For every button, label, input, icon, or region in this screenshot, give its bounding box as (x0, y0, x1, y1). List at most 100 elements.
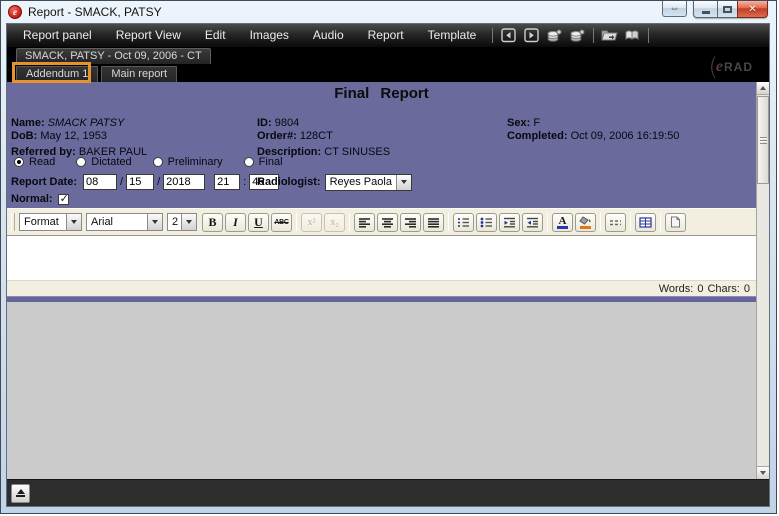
font-size-select[interactable]: 2 (167, 213, 197, 231)
horizontal-rule-button[interactable] (605, 213, 626, 232)
arrow-up-icon (760, 86, 766, 90)
eject-icon (17, 489, 25, 494)
font-color-button[interactable]: A (552, 213, 573, 232)
italic-button[interactable]: I (225, 213, 246, 232)
minimize-icon (702, 11, 710, 14)
superscript-button[interactable]: x² (301, 213, 322, 232)
scroll-down-button[interactable] (757, 466, 769, 479)
dob-value: May 12, 1953 (40, 130, 107, 142)
maximize-icon (723, 6, 732, 13)
menu-report[interactable]: Report (356, 24, 416, 47)
radio-dictated[interactable]: Dictated (76, 156, 131, 168)
align-right-button[interactable] (400, 213, 421, 232)
toolbar-grip[interactable] (11, 213, 15, 231)
tab-addendum-1[interactable]: Addendum 1 (16, 66, 98, 82)
normal-checkbox[interactable] (58, 194, 69, 205)
logo-rad: RAD (724, 60, 753, 74)
title-bar[interactable]: e Report - SMACK, PATSY (1, 1, 776, 23)
date-year-input[interactable] (163, 174, 205, 190)
outdent-icon (503, 217, 516, 228)
bold-button[interactable]: B (202, 213, 223, 232)
menu-template[interactable]: Template (416, 24, 489, 47)
dob-label: DoB: (11, 130, 37, 142)
minimize-button[interactable] (693, 1, 717, 18)
radio-preliminary[interactable]: Preliminary (153, 156, 223, 168)
document-button[interactable] (665, 213, 686, 232)
erad-logo: (eRAD (709, 53, 753, 81)
font-color-swatch (557, 226, 568, 229)
id-value: 9804 (275, 117, 299, 129)
highlight-color-swatch (580, 226, 591, 229)
radiologist-row: Radiologist: Reyes Paola (257, 173, 412, 191)
editor-toolbar: Format Arial 2 B I U ABC x² x₂ (7, 208, 756, 235)
app-logo-icon: e (8, 5, 22, 19)
indent-button[interactable] (522, 213, 543, 232)
scrollbar-thumb[interactable] (757, 96, 769, 184)
align-justify-button[interactable] (423, 213, 444, 232)
sex-value: F (533, 117, 540, 129)
chevron-down-icon (181, 214, 196, 230)
horizontal-rule-icon (609, 218, 622, 227)
time-hour-input[interactable] (214, 174, 240, 190)
expand-panel-button[interactable] (11, 484, 30, 503)
resize-button[interactable]: ⇔ (662, 1, 687, 17)
bullet-list-button[interactable] (476, 213, 497, 232)
date-month-input[interactable] (83, 174, 117, 190)
menu-report-view[interactable]: Report View (104, 24, 193, 47)
menu-images[interactable]: Images (238, 24, 301, 47)
scroll-up-button[interactable] (757, 82, 769, 95)
tab-main-report[interactable]: Main report (101, 66, 177, 82)
normal-label: Normal: (11, 193, 53, 205)
report-panel: Final Report Name: SMACK PATSY DoB: May … (7, 82, 756, 479)
nav-forward-icon[interactable] (520, 26, 543, 46)
order-label: Order#: (257, 130, 297, 142)
date-separator: / (157, 176, 160, 188)
outdent-button[interactable] (499, 213, 520, 232)
nav-back-icon[interactable] (497, 26, 520, 46)
menu-report-panel[interactable]: Report panel (11, 24, 104, 47)
menu-audio[interactable]: Audio (301, 24, 356, 47)
maximize-button[interactable] (717, 1, 737, 18)
radio-read[interactable]: Read (14, 156, 55, 168)
words-label: Words: (659, 283, 694, 295)
radio-final[interactable]: Final (244, 156, 283, 168)
subscript-button[interactable]: x₂ (324, 213, 345, 232)
highlight-color-button[interactable] (575, 213, 596, 232)
radiologist-select[interactable]: Reyes Paola (325, 174, 412, 191)
editor-statusbar: Words: 0 Chars: 0 (7, 280, 756, 296)
vertical-scrollbar[interactable] (756, 82, 769, 479)
align-left-button[interactable] (354, 213, 375, 232)
study-tab-row: SMACK, PATSY - Oct 09, 2006 - CT (7, 47, 769, 64)
align-center-button[interactable] (377, 213, 398, 232)
indent-icon (526, 217, 539, 228)
underline-button[interactable]: U (248, 213, 269, 232)
tab-study[interactable]: SMACK, PATSY - Oct 09, 2006 - CT (16, 48, 211, 64)
strikethrough-button[interactable]: ABC (271, 213, 292, 232)
close-icon: ✕ (748, 4, 756, 15)
insert-table-button[interactable] (635, 213, 656, 232)
bullet-list-icon (480, 217, 493, 228)
record-stack-icon-1[interactable] (543, 26, 566, 46)
id-label: ID: (257, 117, 272, 129)
toolbar-separator (349, 213, 350, 231)
format-select[interactable]: Format (19, 213, 82, 231)
date-day-input[interactable] (126, 174, 154, 190)
close-button[interactable]: ✕ (737, 1, 768, 18)
ordered-list-button[interactable] (453, 213, 474, 232)
menu-edit[interactable]: Edit (193, 24, 238, 47)
book-icon[interactable] (621, 26, 644, 46)
name-value: SMACK PATSY (48, 117, 125, 129)
font-select[interactable]: Arial (86, 213, 163, 231)
words-value: 0 (697, 283, 703, 295)
chevron-down-icon (147, 214, 162, 230)
empty-panel (7, 302, 756, 479)
date-separator: / (120, 176, 123, 188)
app-frame: Report panel Report View Edit Images Aud… (6, 23, 770, 507)
open-folder-icon[interactable] (598, 26, 621, 46)
align-center-icon (381, 217, 394, 228)
report-text-area[interactable] (7, 235, 756, 280)
radio-dictated-icon (76, 157, 86, 167)
menu-separator (648, 28, 649, 43)
menu-separator (492, 28, 493, 43)
record-stack-icon-2[interactable] (566, 26, 589, 46)
